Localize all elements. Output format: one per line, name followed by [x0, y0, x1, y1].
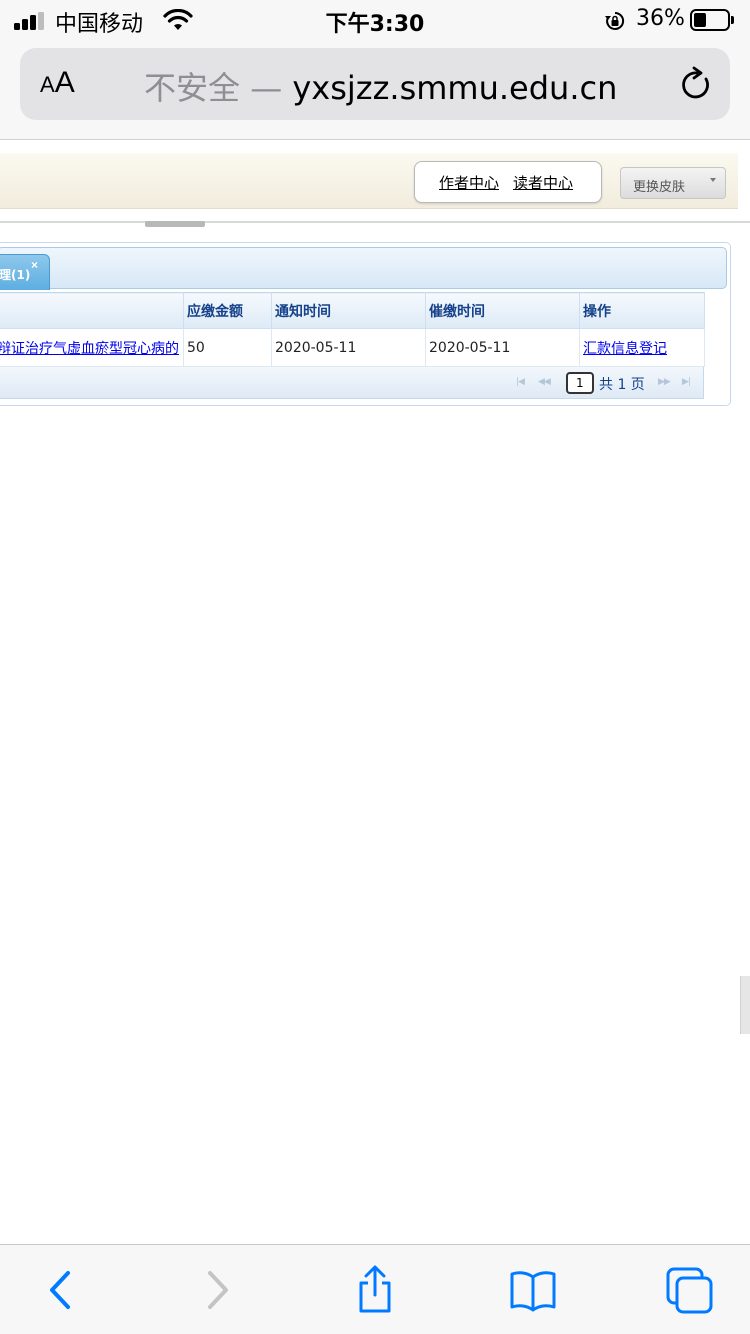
- chevron-left-icon[interactable]: [36, 1265, 86, 1315]
- payment-table: 应缴金额 通知时间 催缴时间 操作 辩证治疗气虚血瘀型冠心病的 50 2020-…: [0, 292, 705, 367]
- tab-strip: 理(1) ×: [0, 247, 727, 290]
- browser-toolbar: [0, 1244, 750, 1334]
- chevron-down-icon: [710, 178, 716, 182]
- author-center-link[interactable]: 作者中心: [439, 172, 499, 193]
- splitter-handle[interactable]: [145, 221, 205, 227]
- column-header-notice-time[interactable]: 通知时间: [271, 292, 426, 329]
- url-field[interactable]: AA 不安全 — yxsjzz.smmu.edu.cn: [20, 48, 730, 120]
- content-panel: 理(1) × 应缴金额 通知时间 催缴时间 操作 辩证治疗气虚血瘀型冠心病的 5…: [0, 242, 731, 406]
- first-page-icon[interactable]: |◀: [516, 377, 525, 387]
- table-header-row: 应缴金额 通知时间 催缴时间 操作: [0, 292, 705, 329]
- table-row: 辩证治疗气虚血瘀型冠心病的 50 2020-05-11 2020-05-11 汇…: [0, 328, 705, 367]
- column-header-reminder-time[interactable]: 催缴时间: [425, 292, 580, 329]
- tab-label: 理(1): [0, 268, 31, 282]
- remittance-register-link[interactable]: 汇款信息登记: [583, 341, 667, 357]
- page-total-label: 共 1 页: [599, 377, 645, 393]
- center-links-box: 作者中心 读者中心: [414, 161, 602, 203]
- tab-payment-management[interactable]: 理(1) ×: [0, 254, 50, 290]
- battery-icon: [690, 9, 734, 31]
- scrollbar-thumb[interactable]: [740, 976, 750, 1034]
- url-domain: yxsjzz.smmu.edu.cn: [292, 69, 618, 107]
- layout-divider: [0, 221, 750, 223]
- next-page-icon[interactable]: ▶▶: [658, 377, 671, 387]
- amount-cell: 50: [183, 328, 272, 367]
- close-icon[interactable]: ×: [31, 258, 38, 272]
- skin-select[interactable]: 更换皮肤: [620, 167, 726, 199]
- security-label: 不安全: [144, 69, 241, 107]
- text-size-button[interactable]: AA: [40, 66, 75, 100]
- web-page: 作者中心 读者中心 更换皮肤 理(1) × 应缴金额 通知时间 催缴时间 操作 …: [0, 141, 750, 1244]
- column-header-title[interactable]: [0, 292, 184, 329]
- article-title-link[interactable]: 辩证治疗气虚血瘀型冠心病的: [0, 328, 184, 367]
- notice-time-cell: 2020-05-11: [271, 328, 426, 367]
- last-page-icon[interactable]: ▶|: [682, 377, 691, 387]
- reminder-time-cell: 2020-05-11: [425, 328, 580, 367]
- tabs-icon[interactable]: [664, 1265, 714, 1315]
- url-separator: —: [250, 69, 283, 107]
- column-header-action: 操作: [579, 292, 705, 329]
- reload-icon[interactable]: [680, 66, 714, 102]
- pagination-bar: |◀ ◀◀ 1 共 1 页 ▶▶ ▶|: [0, 367, 704, 399]
- action-cell: 汇款信息登记: [579, 328, 705, 367]
- chevron-right-icon[interactable]: [192, 1265, 242, 1315]
- share-icon[interactable]: [350, 1265, 400, 1315]
- column-header-amount[interactable]: 应缴金额: [183, 292, 272, 329]
- browser-address-bar: AA 不安全 — yxsjzz.smmu.edu.cn: [0, 40, 750, 140]
- prev-page-icon[interactable]: ◀◀: [538, 377, 551, 387]
- rotation-lock-icon: [605, 11, 625, 30]
- status-bar: 中国移动 下午3:30 36%: [0, 0, 750, 40]
- reader-center-link[interactable]: 读者中心: [513, 172, 573, 193]
- skin-select-label: 更换皮肤: [633, 180, 686, 195]
- url-text[interactable]: 不安全 — yxsjzz.smmu.edu.cn: [144, 63, 617, 109]
- book-icon[interactable]: [508, 1265, 558, 1315]
- battery-percent: 36%: [636, 6, 685, 31]
- page-number-input[interactable]: 1: [566, 372, 594, 394]
